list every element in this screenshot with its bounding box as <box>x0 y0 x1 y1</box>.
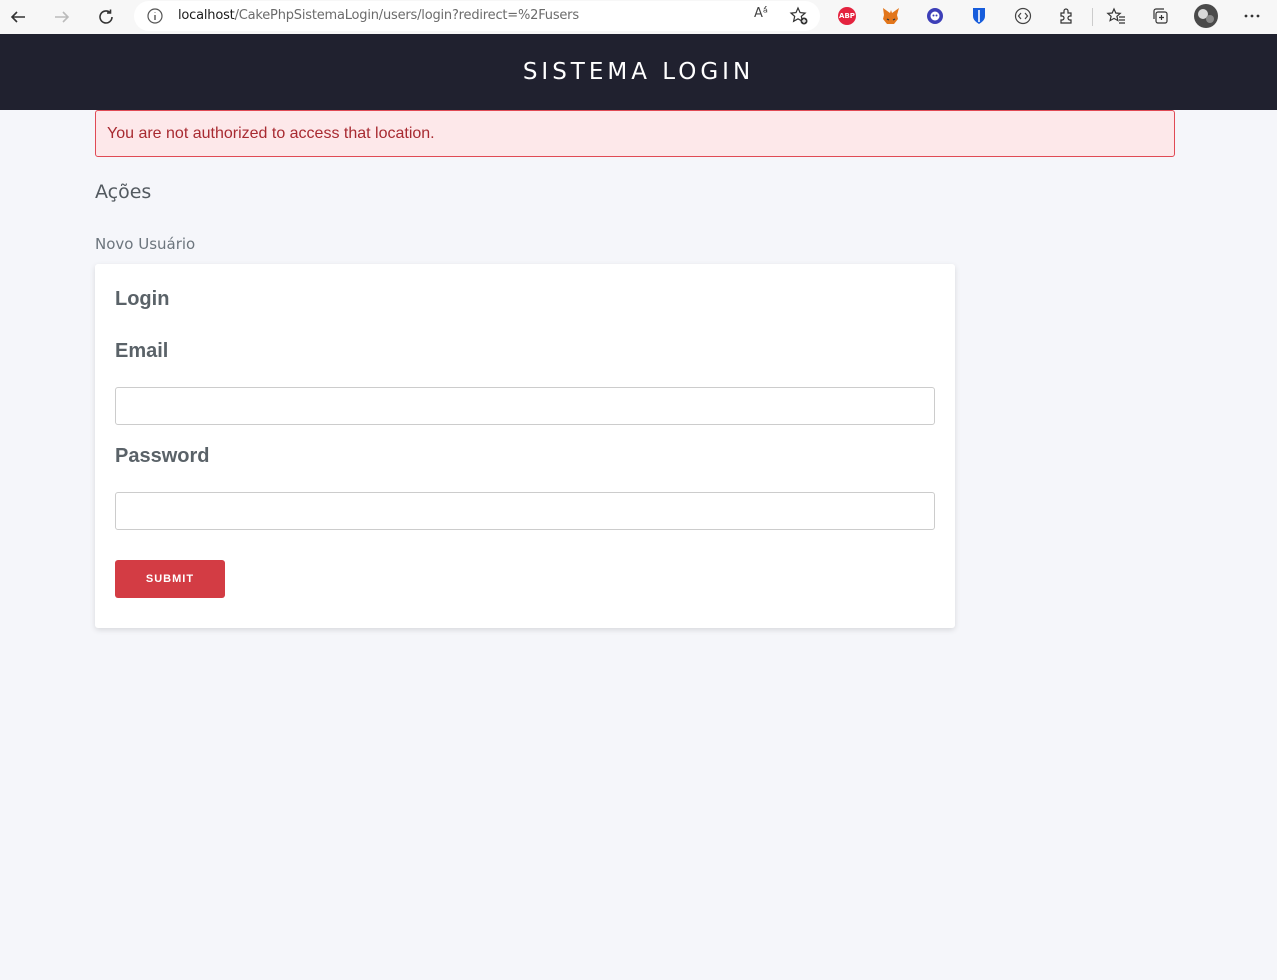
collections-button[interactable] <box>1148 4 1172 28</box>
more-button[interactable] <box>1240 4 1264 28</box>
extension-icon <box>927 8 943 24</box>
email-field[interactable] <box>115 387 935 425</box>
adblock-plus-icon: ABP <box>838 7 856 25</box>
browser-toolbar: localhost/CakePhpSistemaLogin/users/logi… <box>0 0 1277 34</box>
password-field[interactable] <box>115 492 935 530</box>
actions-heading: Ações <box>95 181 152 203</box>
refresh-button[interactable] <box>92 3 120 31</box>
submit-button[interactable]: SUBMIT <box>115 560 225 598</box>
app-header: SISTEMA LOGIN <box>0 34 1277 110</box>
read-aloud-icon[interactable]: Aᵃ́ <box>754 6 774 26</box>
url-path: /CakePhpSistemaLogin/users/login?redirec… <box>234 8 580 23</box>
login-card: Login Email Password SUBMIT <box>95 264 955 628</box>
toolbar-separator <box>1092 8 1093 26</box>
back-icon <box>10 11 25 23</box>
address-bar[interactable]: localhost/CakePhpSistemaLogin/users/logi… <box>134 1 820 31</box>
new-user-link[interactable]: Novo Usuário <box>95 235 195 253</box>
app-title: SISTEMA LOGIN <box>522 59 755 85</box>
adblock-plus-button[interactable]: ABP <box>835 4 859 28</box>
password-label: Password <box>115 445 210 467</box>
devtools-button[interactable] <box>1011 4 1035 28</box>
bitwarden-button[interactable] <box>967 4 991 28</box>
address-url[interactable]: localhost/CakePhpSistemaLogin/users/logi… <box>178 8 579 23</box>
collections-icon <box>1153 8 1168 24</box>
back-button[interactable] <box>4 3 32 31</box>
devtools-icon <box>1014 7 1032 25</box>
flash-error-message[interactable]: You are not authorized to access that lo… <box>95 110 1175 157</box>
email-label: Email <box>115 340 169 362</box>
extensions-icon <box>1060 8 1072 24</box>
extension-button[interactable] <box>923 4 947 28</box>
more-icon <box>1244 14 1260 18</box>
favorites-button[interactable] <box>1104 4 1128 28</box>
profile-avatar-icon <box>1194 4 1218 28</box>
info-icon[interactable] <box>146 7 164 25</box>
forward-icon <box>55 11 70 23</box>
form-legend: Login <box>115 288 170 310</box>
profile-button[interactable] <box>1194 4 1218 28</box>
forward-button[interactable] <box>48 3 76 31</box>
refresh-icon <box>99 9 113 24</box>
url-host: localhost <box>178 8 235 23</box>
bitwarden-icon <box>973 8 985 24</box>
metamask-button[interactable] <box>879 4 903 28</box>
add-favorite-icon[interactable] <box>789 6 809 26</box>
favorites-icon <box>1106 7 1125 24</box>
extensions-button[interactable] <box>1055 4 1079 28</box>
metamask-icon <box>883 8 899 24</box>
flash-error-text: You are not authorized to access that lo… <box>107 125 435 142</box>
